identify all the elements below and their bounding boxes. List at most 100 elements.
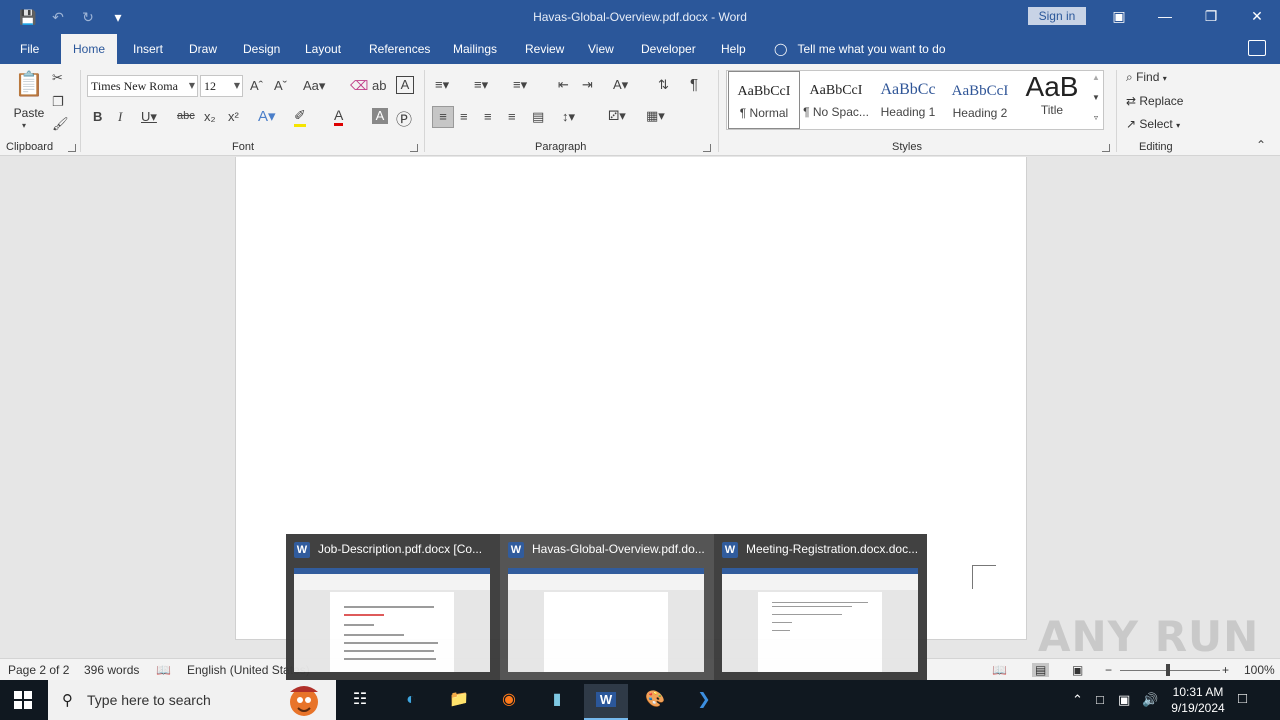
close-button[interactable]: ✕ [1242, 6, 1272, 26]
word-count[interactable]: 396 words [84, 663, 139, 677]
read-mode-icon[interactable]: 📖 [992, 663, 1007, 677]
italic-icon[interactable]: I [118, 109, 122, 125]
thumbnail-window[interactable]: W Havas-Global-Overview.pdf.do... [500, 534, 714, 680]
font-size-combo[interactable]: 12 ▼ [200, 75, 243, 97]
numbering-icon[interactable]: ≡▾ [474, 77, 488, 93]
taskbar-search-box[interactable]: ⚲ Type here to search [48, 680, 336, 720]
powershell-icon[interactable]: ❯ [682, 684, 726, 720]
underline-icon[interactable]: U▾ [141, 109, 157, 125]
thumbnail-window[interactable]: W Job-Description.pdf.docx [Co... [286, 534, 500, 680]
copy-icon[interactable]: ❐ [52, 94, 64, 110]
ribbon-display-options-icon[interactable]: ▣ [1104, 6, 1134, 26]
enclose-characters-icon[interactable]: Ⓟ [396, 106, 412, 130]
borders-icon[interactable]: ▦▾ [646, 108, 665, 124]
word-taskbar-icon[interactable]: W [584, 684, 628, 720]
highlight-icon[interactable]: ✐ [294, 107, 306, 127]
gallery-down-icon[interactable]: ▼ [1089, 93, 1103, 102]
align-center-icon[interactable]: ≡ [460, 109, 468, 124]
paint-icon[interactable]: 🎨 [633, 684, 677, 720]
shading-icon[interactable]: ⚂▾ [608, 108, 626, 124]
distributed-icon[interactable]: ▤ [532, 109, 544, 125]
font-name-combo[interactable]: Times New Roma ▼ [87, 75, 198, 97]
page-count[interactable]: Page 2 of 2 [8, 663, 69, 677]
web-layout-icon[interactable]: ▣ [1072, 663, 1083, 677]
zoom-slider-thumb[interactable] [1166, 664, 1170, 676]
file-explorer-icon[interactable]: 📁 [437, 684, 481, 720]
style-heading-1[interactable]: AaBbCc Heading 1 [872, 71, 944, 129]
maximize-button[interactable]: ❐ [1196, 6, 1226, 26]
volume-icon[interactable]: 🔊 [1142, 692, 1158, 708]
change-case-icon[interactable]: Aa▾ [303, 78, 325, 94]
zoom-out-icon[interactable]: − [1105, 663, 1112, 677]
strikethrough-icon[interactable]: abc [177, 110, 195, 122]
tab-file[interactable]: File [14, 34, 45, 64]
system-clock[interactable]: 10:31 AM 9/19/2024 [1160, 684, 1236, 716]
find-button[interactable]: ⌕ Find ▾ [1126, 70, 1167, 85]
tab-view[interactable]: View [582, 34, 620, 64]
align-right-icon[interactable]: ≡ [484, 109, 492, 124]
replace-button[interactable]: ⇄ Replace [1126, 94, 1183, 108]
show-hidden-icons[interactable]: ⌃ [1072, 692, 1083, 708]
line-spacing-icon[interactable]: ↕▾ [562, 109, 575, 125]
zoom-in-icon[interactable]: + [1222, 663, 1229, 677]
increase-indent-icon[interactable]: ⇥ [582, 77, 593, 93]
font-launcher-icon[interactable] [410, 144, 418, 152]
tab-insert[interactable]: Insert [127, 34, 169, 64]
character-border-icon[interactable]: A [396, 76, 414, 94]
windows-start-icon[interactable] [14, 691, 32, 709]
superscript-icon[interactable]: x² [228, 109, 239, 124]
style-no-spacing[interactable]: AaBbCcI ¶ No Spac... [800, 71, 872, 129]
tab-design[interactable]: Design [237, 34, 286, 64]
notifications-icon[interactable]: □ [1238, 690, 1247, 707]
bold-icon[interactable]: B [93, 109, 102, 124]
style-title[interactable]: AaB Title [1016, 71, 1088, 129]
paste-button[interactable]: Paste [10, 106, 48, 120]
firefox-icon[interactable]: ◉ [487, 684, 531, 720]
justify-icon[interactable]: ≡ [508, 109, 516, 124]
character-shading-icon[interactable]: A [372, 108, 388, 124]
task-view-icon[interactable]: ☷ [338, 684, 382, 720]
multilevel-list-icon[interactable]: ≡▾ [513, 77, 527, 93]
shrink-font-icon[interactable]: Aˇ [274, 78, 287, 93]
subscript-icon[interactable]: x₂ [204, 109, 216, 124]
collapse-ribbon-icon[interactable]: ⌃ [1256, 138, 1266, 152]
align-left-icon[interactable]: ≡ [432, 106, 454, 128]
zoom-level[interactable]: 100% [1244, 663, 1275, 677]
select-button[interactable]: ↗ Select ▾ [1126, 117, 1180, 131]
grow-font-icon[interactable]: Aˆ [250, 78, 263, 93]
paste-icon[interactable]: 📋 [14, 70, 44, 100]
clear-formatting-icon[interactable]: ⌫ [350, 78, 368, 94]
text-effects-icon[interactable]: A▾ [258, 107, 276, 125]
tab-references[interactable]: References [363, 34, 436, 64]
thumbnail-window[interactable]: W Meeting-Registration.docx.doc... [714, 534, 928, 680]
show-formatting-icon[interactable]: ¶ [690, 76, 698, 93]
tab-help[interactable]: Help [715, 34, 752, 64]
tab-review[interactable]: Review [519, 34, 570, 64]
sign-in-button[interactable]: Sign in [1028, 7, 1086, 25]
format-painter-icon[interactable]: 🖌 [52, 116, 69, 132]
tab-developer[interactable]: Developer [635, 34, 702, 64]
paragraph-launcher-icon[interactable] [703, 144, 711, 152]
paste-dropdown-icon[interactable]: ▾ [22, 121, 26, 130]
tab-home[interactable]: Home [61, 34, 118, 64]
edge-icon[interactable]: ◐ [389, 684, 433, 720]
style-heading-2[interactable]: AaBbCcI Heading 2 [944, 71, 1016, 129]
tab-draw[interactable]: Draw [183, 34, 223, 64]
tab-layout[interactable]: Layout [299, 34, 347, 64]
decrease-indent-icon[interactable]: ⇤ [558, 77, 569, 93]
bullets-icon[interactable]: ≡▾ [435, 77, 449, 93]
notepad-icon[interactable]: ▮ [535, 684, 579, 720]
print-layout-icon[interactable]: ▤ [1032, 663, 1050, 677]
tab-mailings[interactable]: Mailings [447, 34, 503, 64]
phonetic-guide-icon[interactable]: ab [372, 78, 386, 93]
gallery-up-icon[interactable]: ▲ [1089, 73, 1103, 82]
gallery-more-icon[interactable]: ▿ [1089, 113, 1103, 122]
sort-icon[interactable]: ⇅ [658, 77, 669, 93]
clipboard-launcher-icon[interactable] [68, 144, 76, 152]
asian-layout-icon[interactable]: A▾ [613, 77, 628, 93]
cut-icon[interactable]: ✂ [52, 70, 63, 86]
font-color-icon[interactable]: A [334, 107, 344, 126]
style-normal[interactable]: AaBbCcI ¶ Normal [728, 71, 800, 129]
zoom-slider[interactable] [1120, 670, 1220, 671]
network-icon[interactable]: □ [1096, 692, 1104, 707]
